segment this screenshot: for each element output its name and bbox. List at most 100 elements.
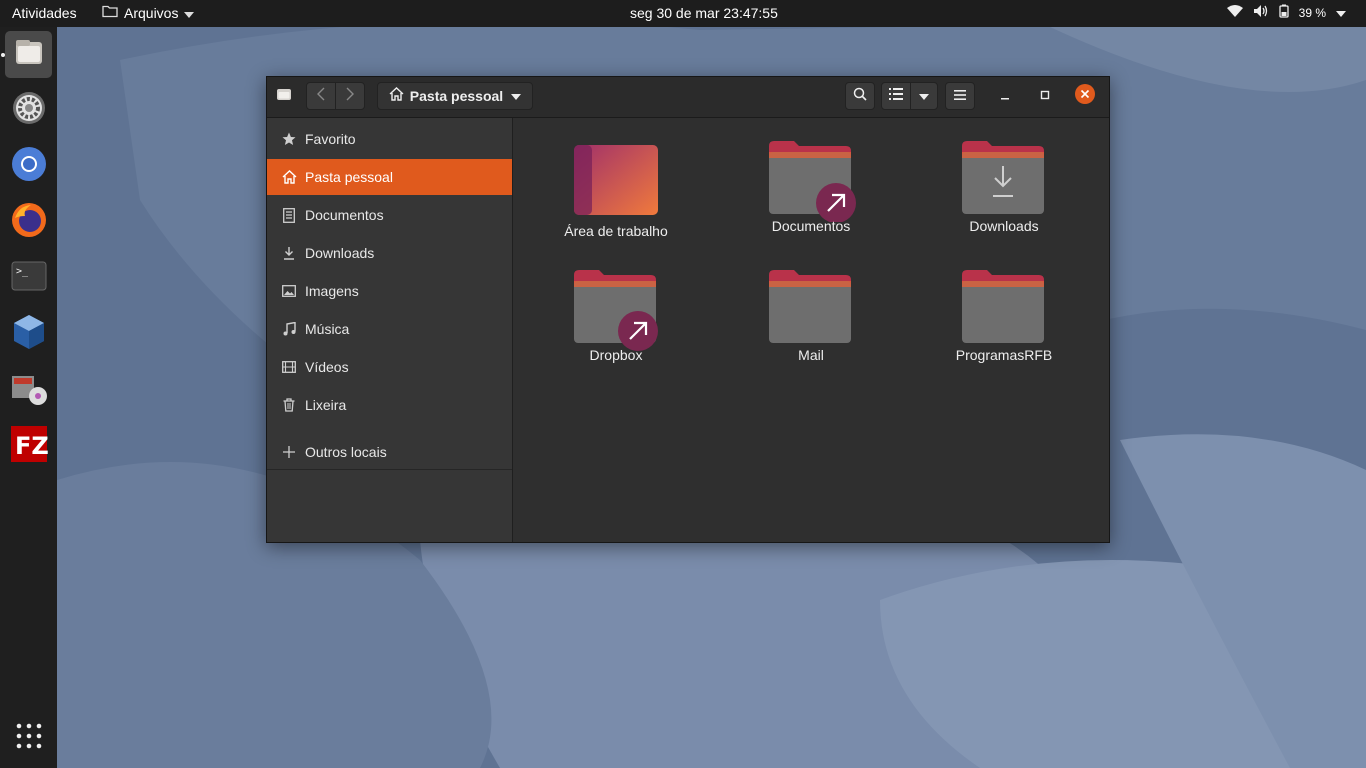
- dock: >_ FZ: [0, 27, 57, 768]
- dock-files[interactable]: [5, 31, 52, 78]
- volume-icon: [1253, 4, 1269, 21]
- close-button[interactable]: [1073, 82, 1097, 110]
- top-bar: Atividades Arquivos seg 30 de mar 23:47:…: [0, 0, 1366, 27]
- dock-firefox[interactable]: [5, 199, 52, 246]
- file-item-programasrfb[interactable]: ProgramasRFB: [914, 267, 1094, 363]
- list-view-icon: [889, 87, 903, 105]
- download-icon: [281, 245, 297, 261]
- hamburger-menu-icon: [954, 87, 966, 105]
- folder-icon: [769, 270, 851, 343]
- sidebar-item-label: Documentos: [305, 207, 384, 223]
- svg-text:>_: >_: [16, 266, 29, 277]
- activities-button[interactable]: Atividades: [12, 5, 77, 21]
- dock-settings[interactable]: [5, 87, 52, 134]
- close-icon: [1075, 83, 1095, 109]
- app-icon-button[interactable]: [273, 82, 295, 110]
- wifi-icon: [1226, 5, 1243, 20]
- filezilla-icon: FZ: [10, 425, 48, 468]
- desktop-folder-icon: [574, 145, 658, 215]
- chevron-down-icon: [184, 5, 195, 21]
- sidebar-item-downloads[interactable]: Downloads: [267, 235, 512, 271]
- downloads-folder-icon: [962, 141, 1044, 214]
- file-item-documentos[interactable]: Documentos: [721, 138, 901, 234]
- file-item-mail[interactable]: Mail: [721, 267, 901, 363]
- gear-icon: [11, 90, 47, 131]
- maximize-button[interactable]: [1035, 82, 1055, 110]
- app-grid-icon: [16, 723, 42, 754]
- sidebar-item-home[interactable]: Pasta pessoal: [267, 159, 512, 195]
- minimize-icon: [1000, 87, 1010, 105]
- home-icon: [281, 169, 297, 185]
- chevron-right-icon: [346, 87, 354, 106]
- search-button[interactable]: [845, 82, 875, 110]
- battery-percent: 39 %: [1298, 5, 1326, 20]
- chevron-down-icon: [1336, 6, 1346, 20]
- terminal-icon: >_: [11, 261, 47, 296]
- sidebar-item-trash[interactable]: Lixeira: [267, 387, 512, 423]
- dock-software-install[interactable]: [5, 367, 52, 414]
- sidebar-item-label: Lixeira: [305, 397, 347, 413]
- files-icon: [13, 36, 45, 73]
- film-icon: [281, 359, 297, 375]
- firefox-icon: [11, 202, 47, 243]
- sidebar-item-label: Favorito: [305, 131, 356, 147]
- sidebar-item-label: Downloads: [305, 245, 375, 261]
- file-grid: Área de trabalho Documentos Downloads Dr…: [513, 118, 1109, 542]
- file-name: Documentos: [771, 218, 851, 234]
- view-options-button[interactable]: [910, 82, 938, 110]
- menu-button[interactable]: [945, 82, 975, 110]
- music-icon: [281, 321, 297, 337]
- sidebar-item-music[interactable]: Música: [267, 311, 512, 347]
- maximize-icon: [1040, 87, 1050, 105]
- clock[interactable]: seg 30 de mar 23:47:55: [630, 5, 778, 21]
- virtualbox-icon: [11, 313, 47, 356]
- sidebar-item-videos[interactable]: Vídeos: [267, 349, 512, 385]
- app-menu-label: Arquivos: [124, 4, 179, 21]
- file-name: ProgramasRFB: [955, 347, 1053, 363]
- file-name: Dropbox: [589, 347, 643, 363]
- star-icon: [281, 131, 297, 147]
- image-icon: [281, 283, 297, 299]
- search-icon: [853, 87, 867, 106]
- sidebar-item-other-locations[interactable]: Outros locais: [267, 434, 512, 470]
- chevron-down-icon: [919, 87, 929, 105]
- files-icon: [276, 87, 292, 106]
- header-bar: Pasta pessoal: [267, 77, 1109, 118]
- list-view-button[interactable]: [881, 82, 911, 110]
- sidebar-item-label: Música: [305, 321, 350, 337]
- dock-show-applications[interactable]: [5, 715, 52, 762]
- sidebar-item-favorites[interactable]: Favorito: [267, 121, 512, 157]
- chromium-icon: [11, 146, 47, 187]
- dock-filezilla[interactable]: FZ: [5, 423, 52, 470]
- file-item-dropbox[interactable]: Dropbox: [526, 267, 706, 363]
- file-manager-window: Pasta pessoal Favorito Pasta pessoal Doc…: [266, 76, 1110, 543]
- sidebar-item-label: Imagens: [305, 283, 359, 299]
- sidebar-item-pictures[interactable]: Imagens: [267, 273, 512, 309]
- sidebar-item-label: Outros locais: [305, 444, 387, 460]
- folder-icon: [102, 4, 118, 21]
- file-name: Downloads: [969, 218, 1039, 234]
- trash-icon: [281, 397, 297, 413]
- path-bar-home-button[interactable]: Pasta pessoal: [377, 82, 533, 110]
- plus-icon: [281, 444, 297, 460]
- sidebar-item-label: Vídeos: [305, 359, 349, 375]
- forward-button[interactable]: [335, 82, 365, 110]
- places-sidebar: Favorito Pasta pessoal Documentos Downlo…: [267, 118, 513, 542]
- file-name: Área de trabalho: [564, 223, 668, 239]
- battery-icon: [1278, 4, 1289, 21]
- dock-chromium[interactable]: [5, 143, 52, 190]
- chevron-left-icon: [317, 87, 325, 106]
- file-item-desktop[interactable]: Área de trabalho: [526, 143, 706, 239]
- document-icon: [281, 207, 297, 223]
- dock-terminal[interactable]: >_: [5, 255, 52, 302]
- symlink-folder-icon: [574, 270, 658, 351]
- file-item-downloads[interactable]: Downloads: [914, 138, 1094, 234]
- minimize-button[interactable]: [995, 82, 1015, 110]
- app-menu[interactable]: Arquivos: [102, 4, 195, 21]
- back-button[interactable]: [306, 82, 336, 110]
- chevron-down-icon: [511, 87, 522, 105]
- system-status-menu[interactable]: 39 %: [1226, 4, 1346, 21]
- path-label: Pasta pessoal: [409, 88, 504, 104]
- sidebar-item-documents[interactable]: Documentos: [267, 197, 512, 233]
- dock-virtualbox[interactable]: [5, 311, 52, 358]
